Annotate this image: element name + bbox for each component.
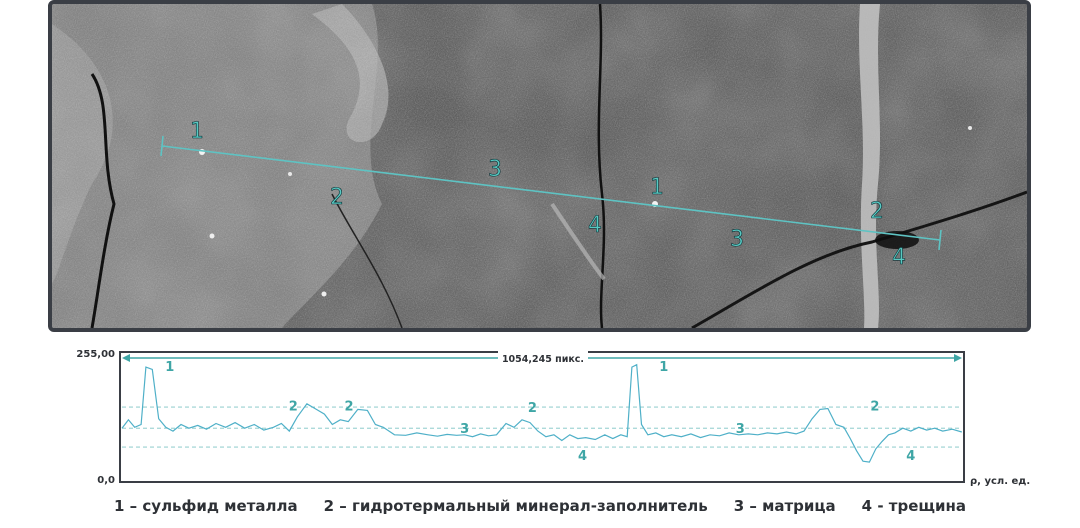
peak-label: 1 [165,360,174,375]
peak-label: 2 [870,399,879,414]
image-marker: 4 [892,245,906,270]
image-marker: 3 [488,157,502,182]
legend-item: 4 - трещина [861,497,966,515]
peak-label: 2 [289,399,298,414]
legend-item: 3 – матрица [733,497,836,515]
image-marker: 4 [588,213,602,238]
peak-label: 4 [906,449,915,464]
image-marker: 2 [330,185,344,210]
y-tick-min: 0,0 [97,475,115,486]
intensity-profile-chart: 1 12 2 2 23 34 4 1054,245 пикс. 255,00 0,0 ρ, … [76,349,1030,487]
legend-item: 1 – сульфид металла [114,497,298,515]
image-marker: 3 [730,227,744,252]
y-tick-max: 255,00 [76,349,115,360]
micrograph-image: 1 2 3 4 1 3 2 4 [52,4,1027,328]
span-label: 1054,245 пикс. [502,354,584,365]
legend: 1 – сульфид металла 2 – гидротермальный … [0,497,1080,521]
image-marker: 2 [870,199,884,224]
legend-item: 2 – гидротермальный минерал-заполнитель [323,497,708,515]
peak-label: 4 [578,449,587,464]
micrograph-panel: 1 2 3 4 1 3 2 4 [48,0,1031,332]
x-axis-label: ρ, усл. ед. [970,476,1030,487]
peak-label: 2 [345,399,354,414]
plot-frame [119,351,965,483]
image-marker: 1 [650,175,664,200]
peak-label: 1 [659,360,668,375]
peak-label: 2 [528,401,537,416]
image-marker: 1 [190,119,204,144]
